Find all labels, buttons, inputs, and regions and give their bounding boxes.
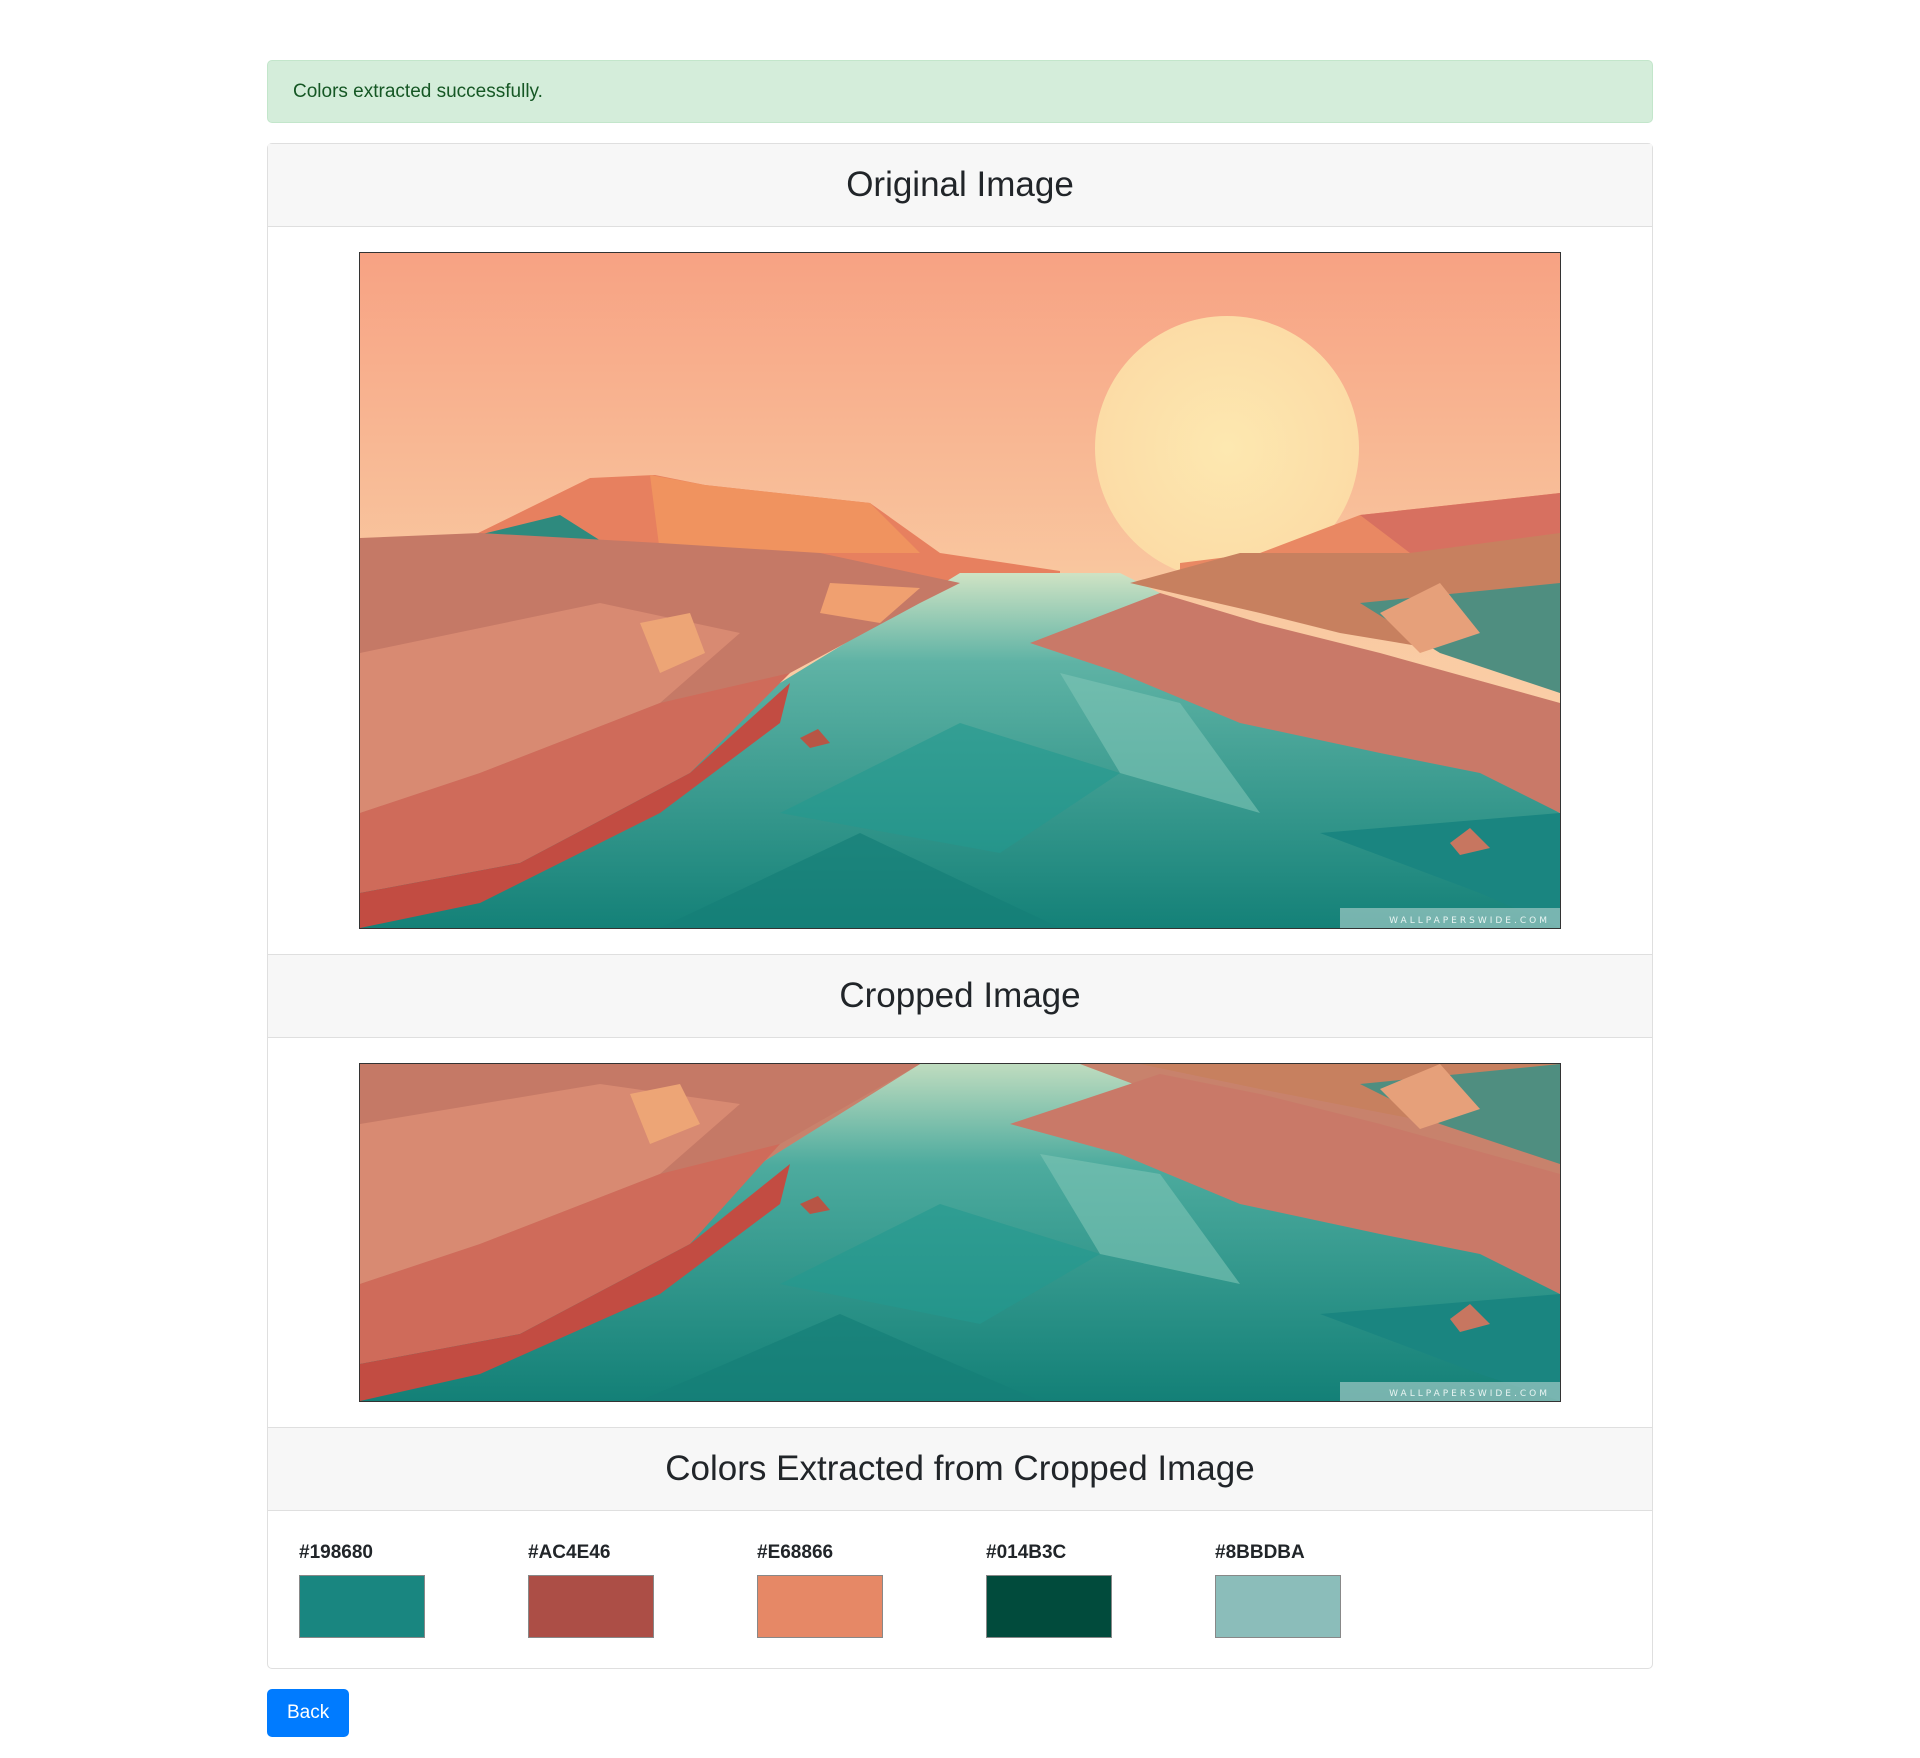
cropped-image-card: Cropped Image WALLPAPERSWIDE.COM: [267, 954, 1653, 1428]
colors-header: Colors Extracted from Cropped Image: [268, 1428, 1652, 1511]
back-button[interactable]: Back: [267, 1689, 350, 1737]
original-image-header: Original Image: [268, 144, 1652, 227]
color-swatch: #198680: [299, 1541, 528, 1638]
color-hex-label: #198680: [299, 1542, 373, 1563]
color-swatch-box: [528, 1575, 654, 1638]
cropped-image-title: Cropped Image: [839, 976, 1081, 1015]
color-hex-label: #E68866: [757, 1542, 834, 1563]
cropped-image: WALLPAPERSWIDE.COM: [359, 1063, 1561, 1402]
color-hex-label: #014B3C: [986, 1542, 1067, 1563]
original-image-card: Original Image WALLPAPERSWIDE.COM: [267, 143, 1653, 955]
cropped-watermark: WALLPAPERSWIDE.COM: [1389, 1389, 1550, 1399]
original-image-title: Original Image: [846, 165, 1074, 204]
color-hex-label: #8BBDBA: [1215, 1542, 1305, 1563]
success-alert: Colors extracted successfully.: [267, 60, 1653, 123]
original-image: WALLPAPERSWIDE.COM: [359, 252, 1561, 929]
colors-title: Colors Extracted from Cropped Image: [665, 1449, 1255, 1488]
color-swatch: #014B3C: [986, 1541, 1215, 1638]
color-swatch: #8BBDBA: [1215, 1541, 1444, 1638]
cropped-image-header: Cropped Image: [268, 955, 1652, 1038]
color-swatch: #E68866: [757, 1541, 986, 1638]
original-watermark: WALLPAPERSWIDE.COM: [1389, 916, 1550, 926]
color-swatch-box: [986, 1575, 1112, 1638]
color-hex-label: #AC4E46: [528, 1542, 611, 1563]
alert-message: Colors extracted successfully.: [293, 81, 543, 102]
color-swatches: #198680 #AC4E46 #E68866 #014B3C #8BBDBA: [268, 1511, 1652, 1668]
color-swatch-box: [757, 1575, 883, 1638]
colors-card: Colors Extracted from Cropped Image #198…: [267, 1427, 1653, 1669]
main-container: Colors extracted successfully. Original …: [267, 60, 1653, 1737]
color-swatch-box: [299, 1575, 425, 1638]
color-swatch: #AC4E46: [528, 1541, 757, 1638]
color-swatch-box: [1215, 1575, 1341, 1638]
